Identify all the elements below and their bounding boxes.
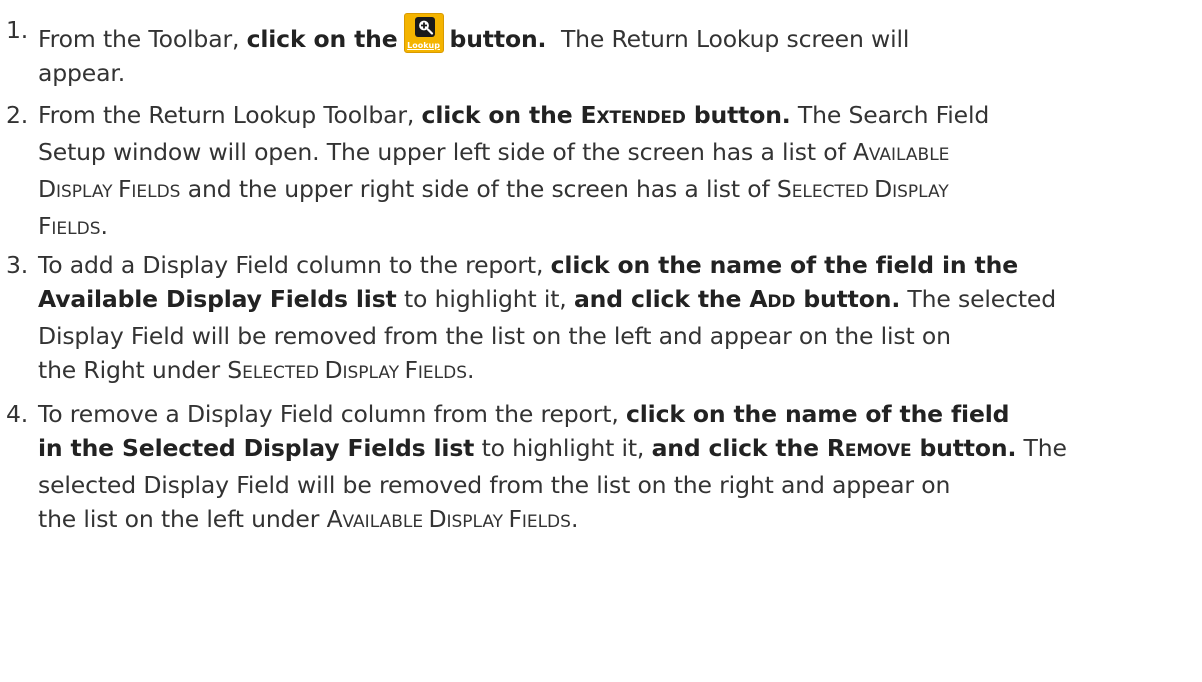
lookup-button: Lookup <box>403 13 444 53</box>
step-line: DISPLAY FIELDS and the upper right side … <box>38 175 949 203</box>
step-number: 1. <box>6 16 29 44</box>
step-line: FIELDS. <box>38 212 108 240</box>
step-number: 4. <box>6 400 29 428</box>
step-line: Display Field will be removed from the l… <box>38 322 951 350</box>
step-text: To add a Display Field column to the rep… <box>38 248 1188 390</box>
step-line: Setup window will open. The upper left s… <box>38 138 950 166</box>
step-line: From the Return Lookup Toolbar, click on… <box>38 101 990 129</box>
step-line: in the Selected Display Fields list to h… <box>38 434 1067 462</box>
step-line: Available Display Fields list to highlig… <box>38 285 1057 313</box>
step-number: 2. <box>6 101 29 129</box>
step-line: the list on the left under AVAILABLE DIS… <box>38 505 579 533</box>
step-number: 3. <box>6 251 29 279</box>
step-text: To remove a Display Field column from th… <box>38 397 1188 539</box>
step-line: selected Display Field will be removed f… <box>38 471 951 499</box>
step-line: appear. <box>38 59 126 87</box>
lookup-button-label: Lookup <box>407 41 440 50</box>
step-line: To remove a Display Field column from th… <box>38 400 1010 428</box>
step-text: From the Toolbar, click on the Lookup butt… <box>38 13 1188 90</box>
step-line: the Right under SELECTED DISPLAY FIELDS. <box>38 356 475 384</box>
magnifier-plus-icon <box>414 17 435 37</box>
step-text: From the Return Lookup Toolbar, click on… <box>38 98 1188 246</box>
step-line: From the Toolbar, click on the Lookup butt… <box>38 13 1188 56</box>
step-line: To add a Display Field column to the rep… <box>38 251 1018 279</box>
